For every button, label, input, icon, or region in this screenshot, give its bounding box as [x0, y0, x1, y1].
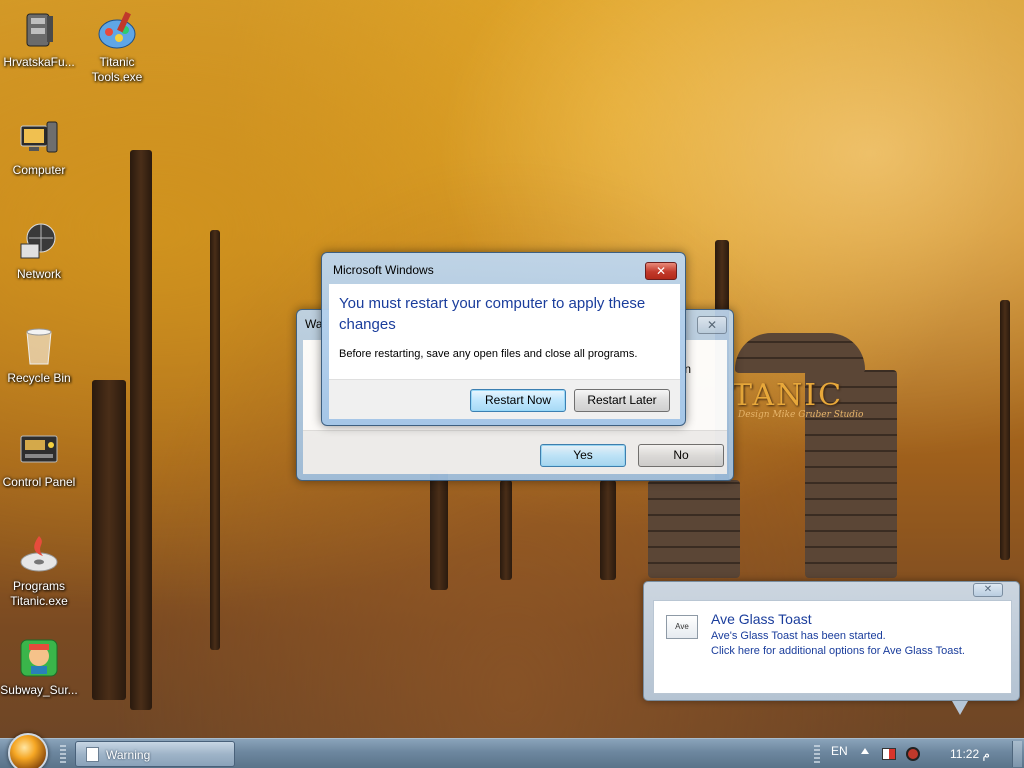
toast-app-icon: Ave	[666, 615, 698, 639]
recycle-bin-icon	[17, 324, 61, 368]
desktop-icon-label: Control Panel	[2, 475, 76, 489]
tree-trunk	[130, 150, 152, 710]
restart-dialog-title: Microsoft Windows	[333, 263, 434, 277]
restart-dialog-body: You must restart your computer to apply …	[329, 284, 680, 379]
desktop-icon-label: Computer	[12, 163, 66, 177]
window-icon	[86, 747, 99, 762]
no-button[interactable]: No	[638, 444, 724, 467]
warning-dialog-title: Wa	[305, 317, 323, 331]
desktop-icon-label: Titanic Tools.exe	[91, 55, 143, 84]
desktop-icon-label: Programs Titanic.exe	[10, 579, 68, 608]
restart-dialog-message: Before restarting, save any open files a…	[339, 348, 638, 360]
wallpaper-logo-subtext: Design Mike Gruber Studio	[738, 410, 864, 420]
desktop-icon-subway-surfers[interactable]: Subway_Sur...	[0, 636, 78, 698]
warning-dialog-close-button[interactable]: ✕	[697, 316, 727, 334]
restart-dialog-heading: You must restart your computer to apply …	[339, 295, 646, 333]
control-panel-icon	[17, 428, 61, 472]
language-indicator[interactable]: EN	[831, 744, 848, 758]
tree-trunk	[210, 230, 220, 650]
restart-later-button[interactable]: Restart Later	[574, 389, 670, 412]
desktop-icon-label: Recycle Bin	[7, 371, 71, 385]
restart-dialog[interactable]: Microsoft Windows ✕ You must restart you…	[321, 252, 686, 426]
toast-content[interactable]: Ave Ave Glass Toast Ave's Glass Toast ha…	[653, 600, 1012, 694]
action-center-flag-icon[interactable]	[882, 748, 896, 760]
desktop-icon-hrvatskafu[interactable]: HrvatskaFu...	[0, 8, 78, 70]
toast-line-2[interactable]: Click here for additional options for Av…	[711, 645, 965, 657]
taskbar: Warning EN 11:22 م	[0, 733, 1024, 768]
desktop-icon-computer[interactable]: Computer	[0, 116, 78, 178]
tree-trunk	[500, 480, 512, 580]
subway-surfers-game-icon	[17, 636, 61, 680]
film-archive-icon	[17, 8, 61, 52]
paint-tools-icon	[95, 8, 139, 52]
restart-now-button[interactable]: Restart Now	[470, 389, 566, 412]
start-button[interactable]	[8, 733, 48, 768]
tray-grip[interactable]	[814, 745, 820, 763]
tree-trunk	[600, 480, 616, 580]
desktop-icon-label: Subway_Sur...	[0, 683, 78, 697]
stone-arch-top	[735, 333, 865, 373]
tree-trunk	[430, 470, 448, 590]
glass-toast-notification[interactable]: ✕ Ave Ave Glass Toast Ave's Glass Toast …	[643, 581, 1020, 715]
show-desktop-button[interactable]	[1012, 741, 1022, 767]
stone-arch-left-pillar	[648, 480, 740, 578]
tree-trunk	[1000, 300, 1010, 560]
toast-title: Ave Glass Toast	[711, 611, 812, 627]
desktop-icon-network[interactable]: Network	[0, 220, 78, 282]
yes-button[interactable]: Yes	[540, 444, 626, 467]
toast-close-button[interactable]: ✕	[973, 583, 1003, 597]
restart-dialog-close-button[interactable]: ✕	[645, 262, 677, 280]
antivirus-tray-icon[interactable]	[906, 747, 920, 761]
desktop-icon-label: HrvatskaFu...	[3, 55, 75, 69]
desktop-icon-titanic-tools[interactable]: Titanic Tools.exe	[78, 8, 156, 85]
toast-pointer	[952, 701, 968, 715]
taskbar-window-button-warning[interactable]: Warning	[75, 741, 235, 767]
desktop-icon-programs-titanic[interactable]: Programs Titanic.exe	[0, 532, 78, 609]
taskbar-window-button-label: Warning	[106, 748, 151, 762]
warning-dialog-footer: Yes No	[303, 430, 727, 474]
restart-dialog-footer: Restart Now Restart Later	[329, 379, 680, 419]
desktop-icon-label: Network	[16, 267, 61, 281]
taskbar-grip[interactable]	[60, 745, 66, 763]
system-clock[interactable]: 11:22 م	[950, 747, 990, 761]
tree-trunk	[92, 380, 126, 700]
wallpaper-logo-text: TANIC	[732, 378, 844, 413]
desktop-icon-control-panel[interactable]: Control Panel	[0, 428, 78, 490]
installer-disc-icon	[17, 532, 61, 576]
desktop-icon-recycle-bin[interactable]: Recycle Bin	[0, 324, 78, 386]
toast-line-1: Ave's Glass Toast has been started.	[711, 630, 886, 642]
network-globe-icon	[17, 220, 61, 264]
computer-icon	[17, 116, 61, 160]
restart-dialog-titlebar[interactable]: Microsoft Windows ✕	[322, 253, 685, 283]
show-hidden-icons-chevron-icon[interactable]	[861, 748, 869, 754]
